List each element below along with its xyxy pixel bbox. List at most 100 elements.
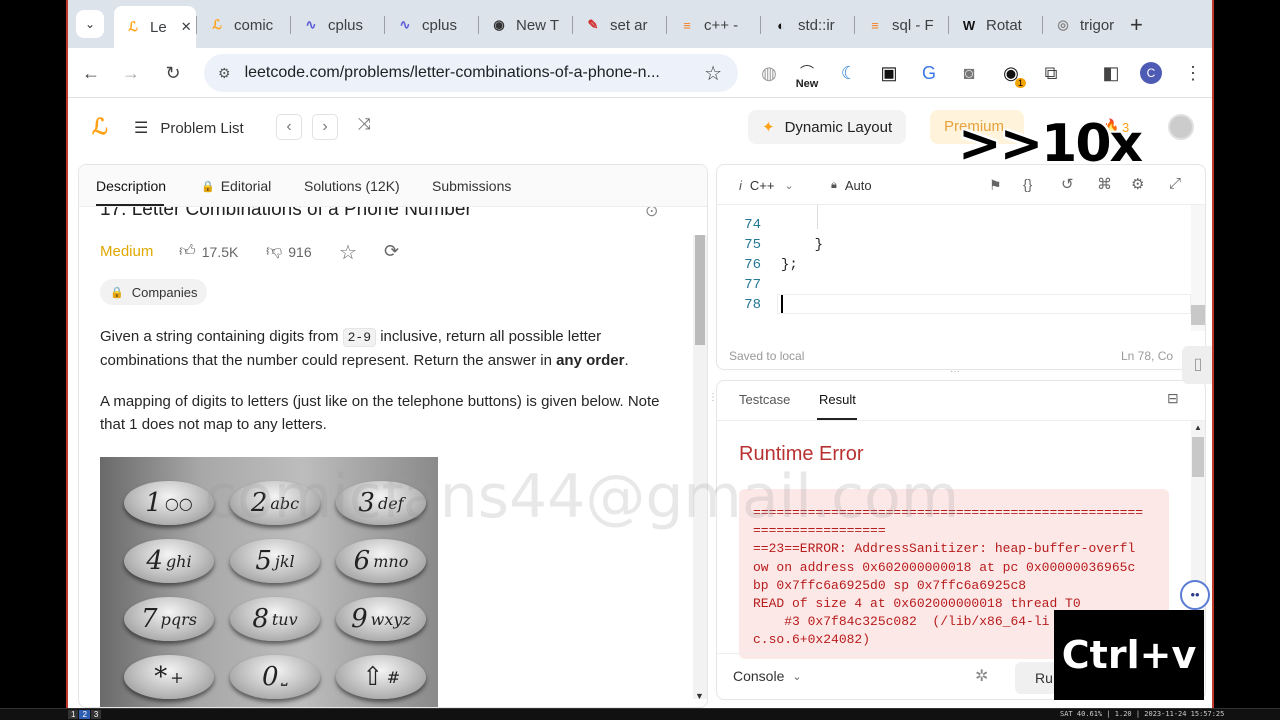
- new-tab-button[interactable]: +: [1130, 12, 1143, 38]
- format-braces-icon[interactable]: {}: [1023, 176, 1032, 192]
- tab-solutions[interactable]: Solutions (12K): [304, 178, 400, 194]
- shortcut-overlay-text: Ctrl+v: [1061, 633, 1197, 677]
- editor-scrollbar[interactable]: [1191, 205, 1205, 331]
- browser-tab[interactable]: ∿ cplus: [386, 8, 478, 42]
- qr-extension-icon[interactable]: ▣: [874, 58, 904, 88]
- user-avatar[interactable]: [1168, 114, 1194, 140]
- leetcode-icon: ℒ: [212, 17, 222, 32]
- tab-editorial[interactable]: 🔒 Editorial: [201, 178, 271, 194]
- panel-layout-icon[interactable]: ⊟: [1167, 390, 1179, 407]
- tab-separator: [854, 16, 855, 34]
- browser-tab[interactable]: ◐ std::ir: [762, 8, 854, 42]
- console-button[interactable]: Console ⌄: [733, 668, 802, 684]
- profile-avatar[interactable]: C: [1140, 62, 1162, 84]
- workspace-item[interactable]: 2: [79, 710, 90, 719]
- leetcode-logo-icon[interactable]: ℒ: [92, 114, 108, 140]
- workspace-item[interactable]: 3: [90, 710, 102, 719]
- tab-search-button[interactable]: ⌄: [76, 10, 104, 38]
- scroll-thumb[interactable]: [695, 235, 705, 345]
- tab-result[interactable]: Result: [819, 392, 856, 407]
- address-bar[interactable]: ⚙ leetcode.com/problems/letter-combinati…: [204, 54, 738, 92]
- moon-extension-icon[interactable]: ☾: [834, 58, 864, 88]
- prev-problem-button[interactable]: ‹: [276, 114, 302, 140]
- site-info-icon[interactable]: ⚙: [218, 65, 231, 82]
- stackoverflow-icon: ≡: [871, 17, 879, 33]
- workspace-item[interactable]: 1: [68, 710, 79, 719]
- tab-description[interactable]: Description: [96, 178, 166, 194]
- scroll-down-arrow-icon[interactable]: ▼: [695, 691, 704, 701]
- key-digit: 8: [252, 604, 269, 634]
- auto-mode-toggle[interactable]: 🔒︎ Auto: [831, 178, 872, 193]
- extension-count-badge: 1: [1014, 78, 1026, 88]
- keypad-key: 5 jkl: [230, 539, 320, 583]
- browser-tab-label: comic: [234, 16, 274, 34]
- close-tab-icon[interactable]: ✕: [181, 19, 192, 35]
- dislike-button[interactable]: 👎︎ 916: [266, 242, 312, 261]
- favorite-star-icon[interactable]: ☆: [339, 240, 357, 265]
- editor-scroll-thumb[interactable]: [1191, 305, 1205, 325]
- list-icon: ☰: [134, 120, 149, 137]
- code-area[interactable]: 74 75 } 76}; 77 78: [717, 205, 1193, 331]
- result-scroll-up-icon[interactable]: ▲: [1194, 423, 1202, 432]
- key-letters: +: [170, 667, 184, 687]
- next-problem-button[interactable]: ›: [312, 114, 338, 140]
- tab-submissions[interactable]: Submissions: [432, 178, 511, 194]
- browser-tab[interactable]: ≡ c++ -: [668, 8, 760, 42]
- browser-tab[interactable]: ◉ New T: [480, 8, 572, 42]
- browser-tab[interactable]: W Rotat: [950, 8, 1042, 42]
- forward-button[interactable]: →: [116, 58, 146, 88]
- shortcuts-icon[interactable]: ⌘: [1097, 175, 1112, 193]
- browser-tab[interactable]: ∿ cplus: [292, 8, 384, 42]
- extensions-puzzle-icon[interactable]: ⧉: [1036, 58, 1066, 88]
- reset-icon[interactable]: ↺: [1061, 175, 1074, 193]
- tab-testcase[interactable]: Testcase: [739, 392, 790, 407]
- workspace-list: 123: [68, 710, 102, 719]
- tab-separator: [1042, 16, 1043, 34]
- browser-tab-label: cplus: [422, 16, 458, 34]
- language-selector[interactable]: i C++ ⌄: [739, 178, 794, 193]
- share-icon[interactable]: ⟳: [384, 241, 399, 262]
- dynamic-layout-button[interactable]: ✦ Dynamic Layout: [748, 110, 907, 144]
- more-options-icon[interactable]: ⊙: [645, 207, 658, 221]
- browser-menu-icon[interactable]: ⋮: [1178, 58, 1208, 88]
- browser-tab[interactable]: ◎ trigor: [1044, 8, 1136, 42]
- side-panel-icon[interactable]: ◧: [1096, 58, 1126, 88]
- key-letters: #: [386, 667, 401, 687]
- horizontal-resize-handle[interactable]: ···: [950, 366, 960, 377]
- shuffle-icon[interactable]: ⤨: [358, 116, 371, 134]
- camera-extension-icon[interactable]: ◙: [954, 58, 984, 88]
- assistant-bot-icon[interactable]: ••: [1180, 580, 1210, 610]
- code-line[interactable]: }: [781, 237, 823, 253]
- text-cursor: [781, 295, 783, 313]
- key-digit: 9: [351, 604, 368, 634]
- result-scroll-thumb[interactable]: [1192, 437, 1204, 477]
- browser-tab[interactable]: ✎ set ar: [574, 8, 666, 42]
- like-button[interactable]: 👍︎ 17.5K: [179, 242, 238, 261]
- key-letters: ⎵: [281, 667, 288, 686]
- browser-tab[interactable]: ℒ Le ✕: [114, 6, 196, 48]
- wikipedia-icon: W: [962, 17, 976, 33]
- problem-list-button[interactable]: ☰ Problem List: [134, 118, 244, 138]
- back-button[interactable]: ←: [76, 58, 106, 88]
- browser-tab-label: Le: [150, 18, 167, 36]
- bookmark-star-icon[interactable]: ☆: [704, 61, 722, 86]
- extension-new-button[interactable]: ⌒ New: [792, 62, 822, 90]
- chrome-extension-icon[interactable]: ◉ 1: [996, 58, 1026, 88]
- browser-tab[interactable]: ℒcomic: [198, 8, 290, 42]
- debugger-icon[interactable]: ✲: [975, 666, 988, 686]
- fullscreen-icon[interactable]: ⤢: [1169, 175, 1181, 192]
- extension-icon-1[interactable]: ◍: [754, 58, 784, 88]
- settings-gear-icon[interactable]: ⚙: [1131, 175, 1144, 193]
- bookmark-icon[interactable]: ⚑: [989, 177, 1002, 194]
- translate-extension-icon[interactable]: G: [914, 58, 944, 88]
- thumbs-down-icon: 👎︎: [266, 243, 283, 260]
- tab-result-underline: [817, 418, 857, 420]
- url-text: leetcode.com/problems/letter-combination…: [244, 64, 660, 81]
- code-line[interactable]: };: [781, 257, 798, 273]
- new-badge: New: [795, 78, 819, 90]
- tab-editorial-label: Editorial: [220, 178, 272, 194]
- companies-tag[interactable]: 🔒 Companies: [100, 279, 208, 305]
- reload-button[interactable]: ↻: [158, 58, 188, 88]
- notes-side-button[interactable]: ▯: [1182, 346, 1212, 384]
- browser-tab[interactable]: ≡ sql - F: [856, 8, 948, 42]
